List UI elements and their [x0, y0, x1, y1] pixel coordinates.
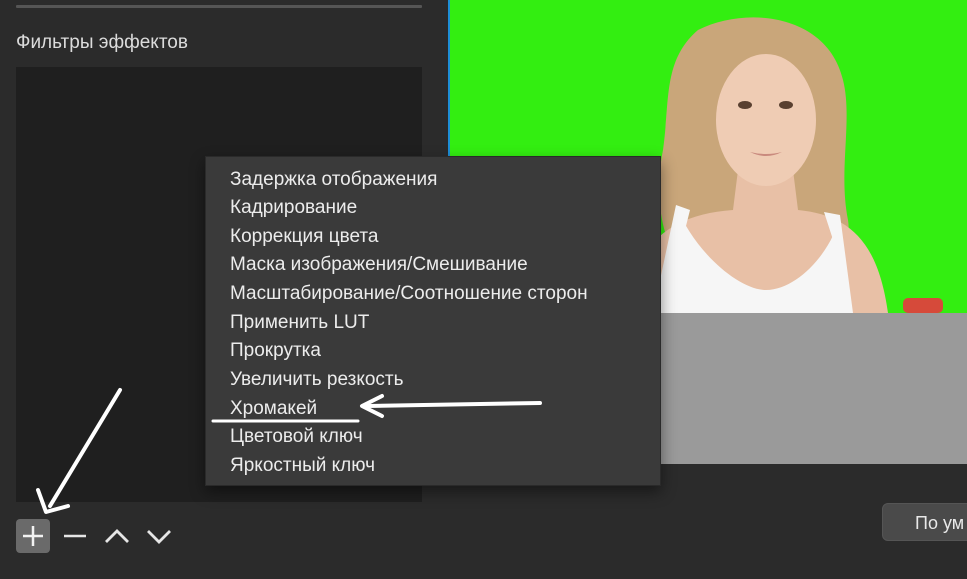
- move-down-button[interactable]: [142, 519, 176, 553]
- top-divider: [16, 5, 422, 8]
- add-filter-menu: Задержка отображения Кадрирование Коррек…: [205, 156, 661, 486]
- menu-item-sharpen[interactable]: Увеличить резкость: [230, 367, 404, 393]
- filter-toolbar: [16, 518, 176, 554]
- menu-item-chroma-key[interactable]: Хромакей: [230, 396, 317, 422]
- menu-item-color-key[interactable]: Цветовой ключ: [230, 424, 363, 450]
- plus-icon: [23, 526, 43, 546]
- menu-item-image-mask[interactable]: Маска изображения/Смешивание: [230, 252, 528, 278]
- minus-icon: [64, 534, 86, 538]
- menu-item-display-delay[interactable]: Задержка отображения: [230, 167, 437, 193]
- menu-item-color-correction[interactable]: Коррекция цвета: [230, 224, 378, 250]
- chevron-down-icon: [147, 530, 171, 544]
- remove-filter-button[interactable]: [58, 519, 92, 553]
- filters-panel-title: Фильтры эффектов: [16, 32, 188, 53]
- menu-item-scaling[interactable]: Масштабирование/Соотношение сторон: [230, 281, 588, 307]
- menu-item-apply-lut[interactable]: Применить LUT: [230, 310, 369, 336]
- menu-item-crop[interactable]: Кадрирование: [230, 195, 357, 221]
- menu-item-scroll[interactable]: Прокрутка: [230, 338, 321, 364]
- defaults-button[interactable]: По ум: [882, 503, 967, 541]
- add-filter-button[interactable]: [16, 519, 50, 553]
- menu-item-luma-key[interactable]: Яркостный ключ: [230, 453, 375, 479]
- move-up-button[interactable]: [100, 519, 134, 553]
- chevron-up-icon: [105, 529, 129, 543]
